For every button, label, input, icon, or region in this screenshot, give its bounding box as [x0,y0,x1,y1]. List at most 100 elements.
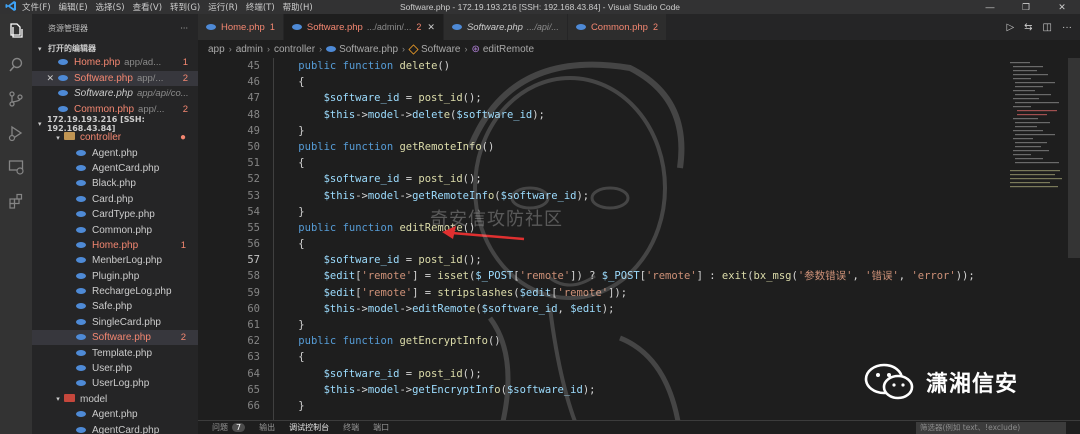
breadcrumb-item[interactable]: Software.php [339,44,398,55]
file-item[interactable]: SingleCard.php [32,315,198,330]
explorer-button[interactable] [0,14,32,48]
chevron-right-icon: › [319,44,323,54]
menu-terminal[interactable]: 终端(T) [246,1,275,13]
file-item[interactable]: CardType.php [32,207,198,222]
tab-software-api[interactable]: Software.php .../api/... [443,14,568,40]
red-arrow-annotation [442,226,525,241]
breadcrumb-item[interactable]: app [208,44,225,55]
folder-model[interactable]: ▾ model [32,392,198,407]
tab-label: Home.php [221,21,265,33]
line-number: 60 [247,302,260,315]
menu-selection[interactable]: 选择(S) [96,1,125,13]
close-tab-icon[interactable]: ✕ [427,22,435,33]
close-editor-button[interactable]: ✕ [32,73,58,84]
run-icon[interactable]: ▷ [1006,22,1014,33]
search-button[interactable] [0,48,32,82]
file-item[interactable]: User.php [32,361,198,376]
open-editors-section[interactable]: ▾ 打开的编辑器 [32,42,198,55]
file-item[interactable]: Software.php 2 [32,330,198,346]
tab-output[interactable]: 输出 [259,422,275,433]
menu-run[interactable]: 运行(R) [208,1,238,13]
php-file-icon [76,349,86,356]
file-item[interactable]: Safe.php [32,299,198,314]
more-actions-button[interactable]: ··· [180,24,188,33]
file-name: Template.php [92,347,153,359]
compare-icon[interactable]: ⇆ [1024,22,1032,33]
file-item[interactable]: Plugin.php [32,269,198,284]
menu-view[interactable]: 查看(V) [133,1,162,13]
breadcrumb-item[interactable]: admin [236,44,263,55]
folder-name: model [80,393,108,405]
open-editor-item[interactable]: Software.php app/api/co... [32,86,198,102]
open-editors-title: 打开的编辑器 [48,44,96,53]
file-name: User.php [92,363,133,375]
tab-problems[interactable]: 问题 7 [212,422,246,433]
file-item[interactable]: Black.php [32,176,198,191]
breadcrumb-item[interactable]: editRemote [483,44,534,55]
breadcrumb-item[interactable]: Software [421,44,460,55]
more-icon[interactable]: ··· [1062,22,1072,33]
menu-go[interactable]: 转到(G) [170,1,200,13]
code-line: { [273,157,305,170]
source-control-button[interactable] [0,82,32,116]
file-item[interactable]: Home.php 1 [32,238,198,253]
error-count-badge: 1 [180,239,186,251]
code-editor[interactable]: 45 46 47 48 49 50 51 52 53 54 55 56 57 58 59 60 61 62 63 64… [198,58,1005,420]
tab-error-badge: 1 [269,22,275,32]
error-dot-icon: ● [179,132,186,144]
php-file-icon [58,105,68,112]
error-count-badge: 1 [182,57,188,69]
file-item[interactable]: Template.php [32,345,198,360]
minimize-button[interactable]: — [972,0,1008,14]
menu-help[interactable]: 帮助(H) [283,1,313,13]
open-editor-name: Common.php [74,103,135,115]
breadcrumb-item[interactable]: controller [274,44,315,55]
code-line: $software_id = post_id(); [323,92,482,105]
file-item[interactable]: Card.php [32,192,198,207]
open-editor-name: Home.php [74,57,121,69]
menu-file[interactable]: 文件(F) [22,1,51,13]
tab-home[interactable]: Home.php 1 [198,14,284,40]
chevron-down-icon: ▾ [38,119,42,128]
tab-common[interactable]: Common.php 2 [567,14,667,40]
file-item[interactable]: UserLog.php [32,376,198,391]
tab-debug-console[interactable]: 调试控制台 [289,422,329,433]
panel-filter-input[interactable]: 筛选器(例如 text、!exclude) [916,421,1066,434]
code-line: $this->model->editRemote($software_id, $… [323,302,615,315]
open-editor-path: app/... [138,103,165,115]
code-line: public function editRemote() [298,221,476,234]
file-item[interactable]: RechargeLog.php [32,284,198,299]
split-editor-icon[interactable]: ◫ [1043,22,1052,33]
line-number: 63 [247,351,260,364]
folder-icon [64,393,75,402]
line-number: 52 [247,173,260,186]
php-file-icon [76,334,86,341]
remote-workspace-section[interactable]: ▾ 172.19.193.216 [SSH: 192.168.43.84] [32,115,198,133]
remote-explorer-icon [8,160,24,175]
chevron-right-icon: › [402,44,406,54]
close-window-button[interactable]: ✕ [1044,0,1080,14]
class-icon [408,43,419,55]
file-name: Card.php [92,193,134,205]
breadcrumb: app › admin › controller › Software.php … [198,40,1080,58]
maximize-button[interactable]: ❐ [1008,0,1044,14]
extensions-button[interactable] [0,184,32,218]
tab-terminal[interactable]: 终端 [343,422,359,433]
file-item[interactable]: Common.php [32,222,198,237]
file-item[interactable]: AgentCard.php [32,422,198,434]
file-item[interactable]: MenberLog.php [32,253,198,268]
menu-edit[interactable]: 编辑(E) [59,1,88,13]
tab-label: Software.php [466,21,523,33]
code-line: $software_id = post_id(); [323,173,482,186]
search-icon [9,57,23,72]
tab-ports[interactable]: 端口 [373,422,389,433]
file-item[interactable]: AgentCard.php [32,161,198,176]
open-editor-item-active[interactable]: ✕ Software.php app/... 2 [32,70,198,86]
vertical-scrollbar[interactable] [1068,58,1080,258]
file-item[interactable]: Agent.php [32,145,198,160]
tab-software-admin[interactable]: Software.php .../admin/... 2 ✕ [283,14,444,40]
file-item[interactable]: Agent.php [32,407,198,422]
open-editor-item[interactable]: Home.php app/ad... 1 [32,55,198,71]
remote-explorer-button[interactable] [0,150,32,184]
run-debug-button[interactable] [0,116,32,150]
